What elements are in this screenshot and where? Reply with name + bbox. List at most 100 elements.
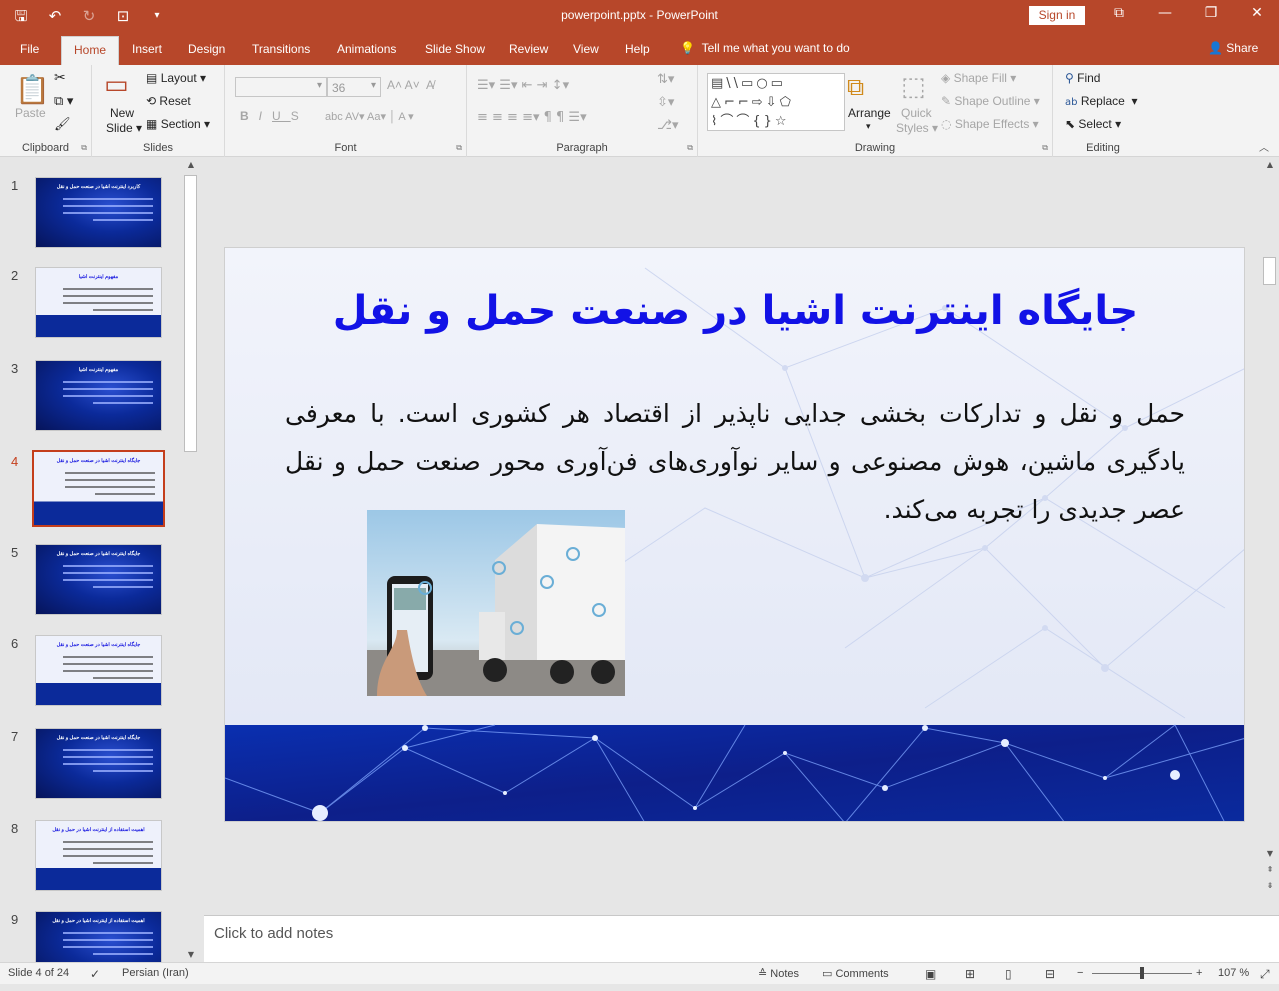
new-slide-dropdown[interactable]: Slide ▾ bbox=[106, 121, 142, 135]
slide-thumbnail[interactable]: 3 مفهوم اینترنت اشیا bbox=[0, 360, 200, 440]
normal-view-icon[interactable]: ▣ bbox=[925, 967, 936, 981]
editor-scroll-down-icon[interactable]: ▼ bbox=[1262, 849, 1278, 858]
grow-font-icon[interactable]: A˄ A˅ bbox=[387, 78, 420, 92]
notes-pane[interactable]: Click to add notes bbox=[204, 915, 1279, 962]
new-slide-icon[interactable]: ▭ bbox=[104, 69, 129, 100]
editor-scrollbar[interactable]: ▲ ▼ ⇞ ⇟ bbox=[1262, 157, 1278, 915]
quick-styles-button[interactable]: Quick bbox=[901, 106, 932, 120]
smartart-icon[interactable]: ⎇▾ bbox=[657, 117, 679, 133]
find-button[interactable]: ⚲ Find bbox=[1065, 71, 1100, 85]
scroll-down-icon[interactable]: ▼ bbox=[183, 950, 199, 959]
tell-me-box[interactable]: 💡 Tell me what you want to do bbox=[680, 41, 850, 55]
editor-scroll-up-icon[interactable]: ▲ bbox=[1262, 160, 1278, 169]
clipboard-launcher-icon[interactable]: ⧉ bbox=[81, 143, 87, 153]
share-button[interactable]: 👤 Share bbox=[1208, 41, 1258, 55]
tab-transitions[interactable]: Transitions bbox=[252, 42, 310, 56]
slide-preview[interactable]: کاربرد اینترنت اشیا در صنعت حمل و نقل bbox=[35, 177, 162, 248]
slide-thumbnail[interactable]: 8 اهمیت استفاده از اینترنت اشیا در حمل و … bbox=[0, 820, 200, 900]
drawing-launcher-icon[interactable]: ⧉ bbox=[1042, 143, 1048, 153]
slide-thumbnail[interactable]: 4 جایگاه اینترنت اشیا در صنعت حمل و نقل bbox=[0, 450, 200, 533]
spell-check-icon[interactable]: ✓ bbox=[90, 967, 100, 981]
maximize-icon[interactable]: ❐ bbox=[1196, 5, 1226, 21]
font-size-combo[interactable]: 36 ▾ bbox=[327, 77, 381, 97]
copy-icon[interactable]: ⧉ ▾ bbox=[54, 93, 73, 109]
arrange-dropdown-icon[interactable]: ▾ bbox=[866, 121, 871, 132]
slide-show-icon[interactable]: ⊟ bbox=[1045, 967, 1055, 981]
thumbnails-scroll-thumb[interactable] bbox=[184, 175, 197, 452]
paragraph-launcher-icon[interactable]: ⧉ bbox=[687, 143, 693, 153]
paste-button[interactable]: Paste bbox=[15, 106, 46, 120]
notes-button[interactable]: ≙ Notes bbox=[758, 967, 799, 980]
tab-file[interactable]: File bbox=[20, 42, 39, 56]
truck-phone-image[interactable] bbox=[367, 510, 625, 696]
align-text-icon[interactable]: ⇳▾ bbox=[657, 94, 674, 110]
slide-preview[interactable]: اهمیت استفاده از اینترنت اشیا در حمل و ن… bbox=[35, 820, 162, 891]
zoom-out-icon[interactable]: − bbox=[1077, 967, 1083, 979]
fit-to-window-icon[interactable]: ⤢ bbox=[1260, 967, 1270, 982]
slide-thumbnail[interactable]: 5 جایگاه اینترنت اشیا در صنعت حمل و نقل bbox=[0, 544, 200, 624]
tab-help[interactable]: Help bbox=[625, 42, 650, 56]
slide-preview[interactable]: جایگاه اینترنت اشیا در صنعت حمل و نقل bbox=[35, 728, 162, 799]
arrange-icon[interactable]: ⧉ bbox=[847, 73, 864, 102]
slide-thumbnail[interactable]: 7 جایگاه اینترنت اشیا در صنعت حمل و نقل bbox=[0, 728, 200, 808]
slide-preview[interactable]: جایگاه اینترنت اشیا در صنعت حمل و نقل bbox=[35, 544, 162, 615]
slide-preview[interactable]: جایگاه اینترنت اشیا در صنعت حمل و نقل bbox=[35, 635, 162, 706]
slide-preview[interactable]: مفهوم اینترنت اشیا bbox=[35, 267, 162, 338]
paste-icon[interactable]: 📋 bbox=[15, 73, 50, 106]
zoom-level[interactable]: 107 % bbox=[1218, 967, 1249, 979]
collapse-ribbon-icon[interactable]: ︿ bbox=[1259, 139, 1269, 154]
tab-animations[interactable]: Animations bbox=[337, 42, 396, 56]
slide-thumbnail[interactable]: 1 کاربرد اینترنت اشیا در صنعت حمل و نقل bbox=[0, 177, 200, 257]
tab-design[interactable]: Design bbox=[188, 42, 225, 56]
layout-button[interactable]: ▤ Layout ▾ bbox=[146, 71, 206, 85]
shape-fill-button[interactable]: ◈ Shape Fill ▾ bbox=[941, 71, 1016, 85]
slide-thumbnail[interactable]: 2 مفهوم اینترنت اشیا bbox=[0, 267, 200, 347]
font-launcher-icon[interactable]: ⧉ bbox=[456, 143, 462, 153]
cut-icon[interactable]: ✂ bbox=[54, 69, 66, 86]
strikethrough-icon[interactable]: abc AV▾ Aa▾ │ A ▾ bbox=[325, 110, 414, 123]
next-slide-icon[interactable]: ⇟ bbox=[1262, 881, 1278, 890]
new-slide-button[interactable]: New bbox=[110, 106, 134, 120]
quick-styles-icon[interactable]: ⬚ bbox=[901, 71, 926, 102]
notes-placeholder[interactable]: Click to add notes bbox=[214, 925, 333, 942]
slide-preview[interactable]: جایگاه اینترنت اشیا در صنعت حمل و نقل bbox=[32, 450, 165, 527]
clear-formatting-icon[interactable]: A̸ bbox=[426, 78, 434, 92]
shapes-gallery[interactable]: ▤\\▭○▭ △⌐⌐⇨⇩⬠ ⌇⌒⌒{}☆ bbox=[707, 73, 845, 131]
font-name-combo[interactable]: ▾ bbox=[235, 77, 327, 97]
slide-title[interactable]: جایگاه اینترنت اشیا در صنعت حمل و نقل bbox=[225, 288, 1244, 334]
editor-scroll-thumb[interactable] bbox=[1263, 257, 1276, 285]
format-painter-icon[interactable]: 🖌 bbox=[54, 116, 71, 132]
sign-in-button[interactable]: Sign in bbox=[1029, 6, 1085, 25]
reading-view-icon[interactable]: ▯ bbox=[1005, 967, 1012, 981]
tab-insert[interactable]: Insert bbox=[132, 42, 162, 56]
slide-sorter-icon[interactable]: ⊞ bbox=[965, 967, 975, 981]
tab-view[interactable]: View bbox=[573, 42, 599, 56]
text-direction-icon[interactable]: ⇅▾ bbox=[657, 71, 674, 87]
language-indicator[interactable]: Persian (Iran) bbox=[122, 967, 189, 979]
zoom-slider-handle[interactable] bbox=[1140, 967, 1144, 979]
thumbnails-scrollbar[interactable]: ▲ ▼ bbox=[183, 157, 199, 962]
bullets-icon[interactable]: ☰▾ ☰▾ ⇤ ⇥ ↕▾ bbox=[477, 77, 569, 93]
arrange-button[interactable]: Arrange bbox=[848, 106, 891, 120]
scroll-up-icon[interactable]: ▲ bbox=[183, 160, 199, 169]
ribbon-display-options-icon[interactable]: ⧉ bbox=[1104, 5, 1134, 21]
slide-thumbnail[interactable]: 6 جایگاه اینترنت اشیا در صنعت حمل و نقل bbox=[0, 635, 200, 715]
alignment-icons[interactable]: ≡ ≡ ≡ ≡▾ ¶ ¶ ☰▾ bbox=[477, 109, 587, 125]
zoom-in-icon[interactable]: + bbox=[1196, 967, 1202, 979]
comments-button[interactable]: ▭ Comments bbox=[822, 967, 889, 980]
minimize-icon[interactable]: — bbox=[1150, 5, 1180, 21]
tab-home[interactable]: Home bbox=[61, 36, 120, 65]
slide-preview[interactable]: مفهوم اینترنت اشیا bbox=[35, 360, 162, 431]
shape-effects-button[interactable]: ◌ Shape Effects ▾ bbox=[941, 117, 1039, 131]
select-button[interactable]: ⬉ Select ▾ bbox=[1065, 117, 1121, 131]
close-icon[interactable]: ✕ bbox=[1242, 5, 1272, 21]
font-style-buttons[interactable]: BIUS bbox=[240, 109, 309, 123]
section-button[interactable]: ▦ Section ▾ bbox=[146, 117, 210, 131]
replace-button[interactable]: ab Replace ▾ bbox=[1065, 94, 1138, 108]
tab-review[interactable]: Review bbox=[509, 42, 548, 56]
reset-button[interactable]: ⟲ Reset bbox=[146, 94, 191, 108]
current-slide[interactable]: جایگاه اینترنت اشیا در صنعت حمل و نقل حم… bbox=[224, 247, 1245, 822]
tab-slide-show[interactable]: Slide Show bbox=[425, 42, 485, 56]
quick-styles-dropdown[interactable]: Styles ▾ bbox=[896, 121, 938, 135]
previous-slide-icon[interactable]: ⇞ bbox=[1262, 865, 1278, 874]
